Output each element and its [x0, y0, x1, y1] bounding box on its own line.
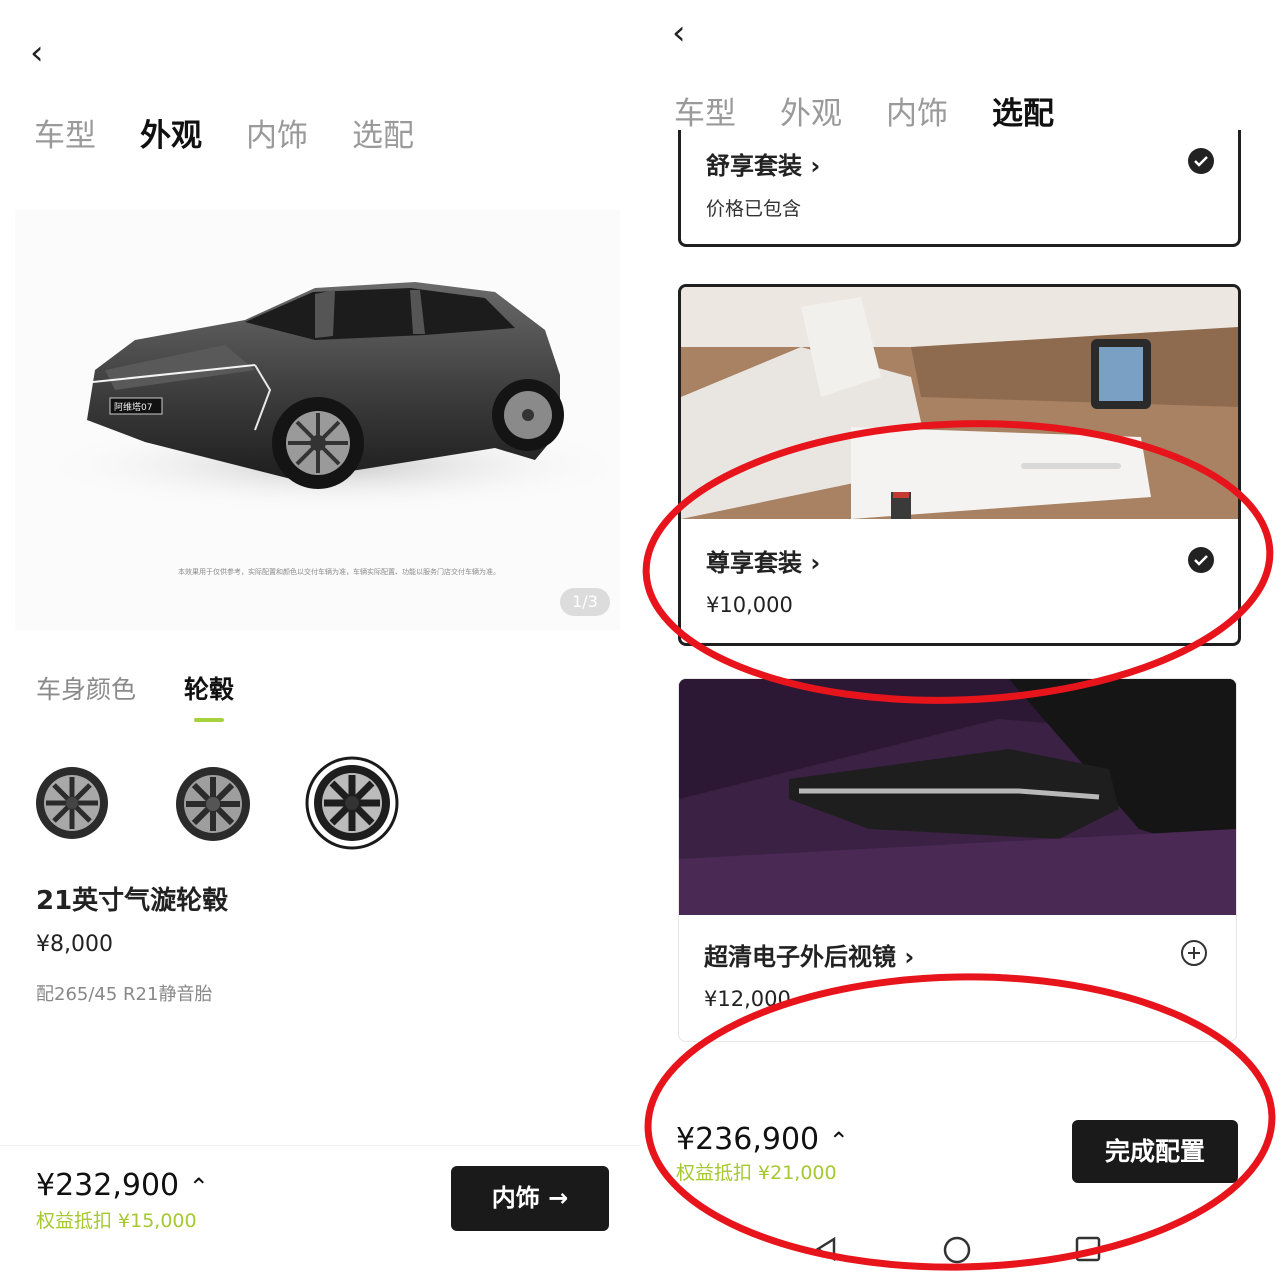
- exterior-config-screen: ‹ 车型 外观 内饰 选配 阿维塔07 本效果用于仅供参考，实际配置和颜色以交付…: [0, 0, 640, 1280]
- package-card-premium[interactable]: 尊享套装 › ¥10,000: [678, 284, 1241, 646]
- tab-model[interactable]: 车型: [674, 88, 736, 133]
- total-price-value: ¥236,900: [676, 1122, 820, 1157]
- android-nav-bar: [640, 1215, 1280, 1280]
- image-disclaimer: 本效果用于仅供参考，实际配置和颜色以交付车辆为准，车辆实际配置、功能以服务门店交…: [178, 568, 500, 576]
- package-included-note: 价格已包含: [706, 198, 802, 220]
- tab-options[interactable]: 选配: [992, 88, 1054, 133]
- wheel-option-1[interactable]: [34, 765, 110, 841]
- nav-home-icon[interactable]: [942, 1235, 972, 1265]
- image-pager: 1/3: [560, 588, 610, 616]
- check-icon[interactable]: [1188, 547, 1214, 573]
- package-price: ¥12,000: [704, 987, 791, 1011]
- total-price[interactable]: ¥232,900 ⌃: [36, 1168, 209, 1203]
- wheel-options: [30, 755, 430, 855]
- config-tabs: 车型 外观 内饰 选配: [674, 88, 1098, 133]
- tab-exterior[interactable]: 外观: [780, 88, 842, 133]
- wheel-tire-note: 配265/45 R21静音胎: [36, 984, 213, 1005]
- nav-back-icon[interactable]: [812, 1235, 840, 1263]
- wheel-name: 21英寸气漩轮毂: [36, 886, 229, 916]
- back-chevron-icon[interactable]: ‹: [672, 16, 686, 50]
- discount-text: 权益抵扣 ¥15,000: [36, 1210, 197, 1232]
- price-bar: ¥232,900 ⌃ 权益抵扣 ¥15,000 内饰 →: [0, 1145, 640, 1280]
- package-title[interactable]: 尊享套装 ›: [706, 543, 820, 578]
- wheel-option-3-selected[interactable]: [304, 755, 400, 851]
- add-circle-icon[interactable]: [1180, 939, 1208, 967]
- premium-interior-image: [681, 287, 1238, 519]
- e-mirror-image: [679, 679, 1236, 915]
- back-chevron-icon[interactable]: ‹: [30, 36, 44, 70]
- chevron-up-icon[interactable]: ⌃: [189, 1173, 209, 1201]
- finish-config-button[interactable]: 完成配置: [1072, 1120, 1238, 1183]
- wheel-option-2[interactable]: [174, 765, 252, 843]
- car-badge: 阿维塔07: [114, 401, 152, 413]
- package-title[interactable]: 舒享套装 ›: [706, 146, 820, 181]
- exterior-subtabs: 车身颜色 轮毂: [36, 670, 282, 722]
- package-card-e-mirror[interactable]: 超清电子外后视镜 › ¥12,000: [678, 678, 1237, 1042]
- nav-recents-icon[interactable]: [1074, 1235, 1102, 1263]
- subtab-wheels[interactable]: 轮毂: [184, 670, 234, 722]
- tab-model[interactable]: 车型: [34, 110, 96, 155]
- package-price: ¥10,000: [706, 593, 793, 617]
- tab-options[interactable]: 选配: [352, 110, 414, 155]
- tab-interior[interactable]: 内饰: [246, 110, 308, 155]
- next-interior-button[interactable]: 内饰 →: [451, 1166, 609, 1231]
- options-config-screen: ‹ 车型 外观 内饰 选配 舒享套装 › 价格已包含 尊享套装 › ¥10,00: [640, 0, 1280, 1280]
- config-tabs: 车型 外观 内饰 选配: [34, 110, 458, 155]
- tab-interior[interactable]: 内饰: [886, 88, 948, 133]
- package-title[interactable]: 超清电子外后视镜 ›: [704, 937, 914, 972]
- tab-exterior[interactable]: 外观: [140, 110, 202, 155]
- subtab-body-color[interactable]: 车身颜色: [36, 670, 136, 706]
- discount-text: 权益抵扣 ¥21,000: [676, 1162, 837, 1184]
- total-price-value: ¥232,900: [36, 1168, 180, 1203]
- check-icon[interactable]: [1188, 148, 1214, 174]
- chevron-up-icon[interactable]: ⌃: [829, 1127, 849, 1155]
- package-card-comfort[interactable]: 舒享套装 › 价格已包含: [678, 130, 1241, 247]
- total-price[interactable]: ¥236,900 ⌃: [676, 1122, 849, 1157]
- wheel-price: ¥8,000: [36, 932, 113, 957]
